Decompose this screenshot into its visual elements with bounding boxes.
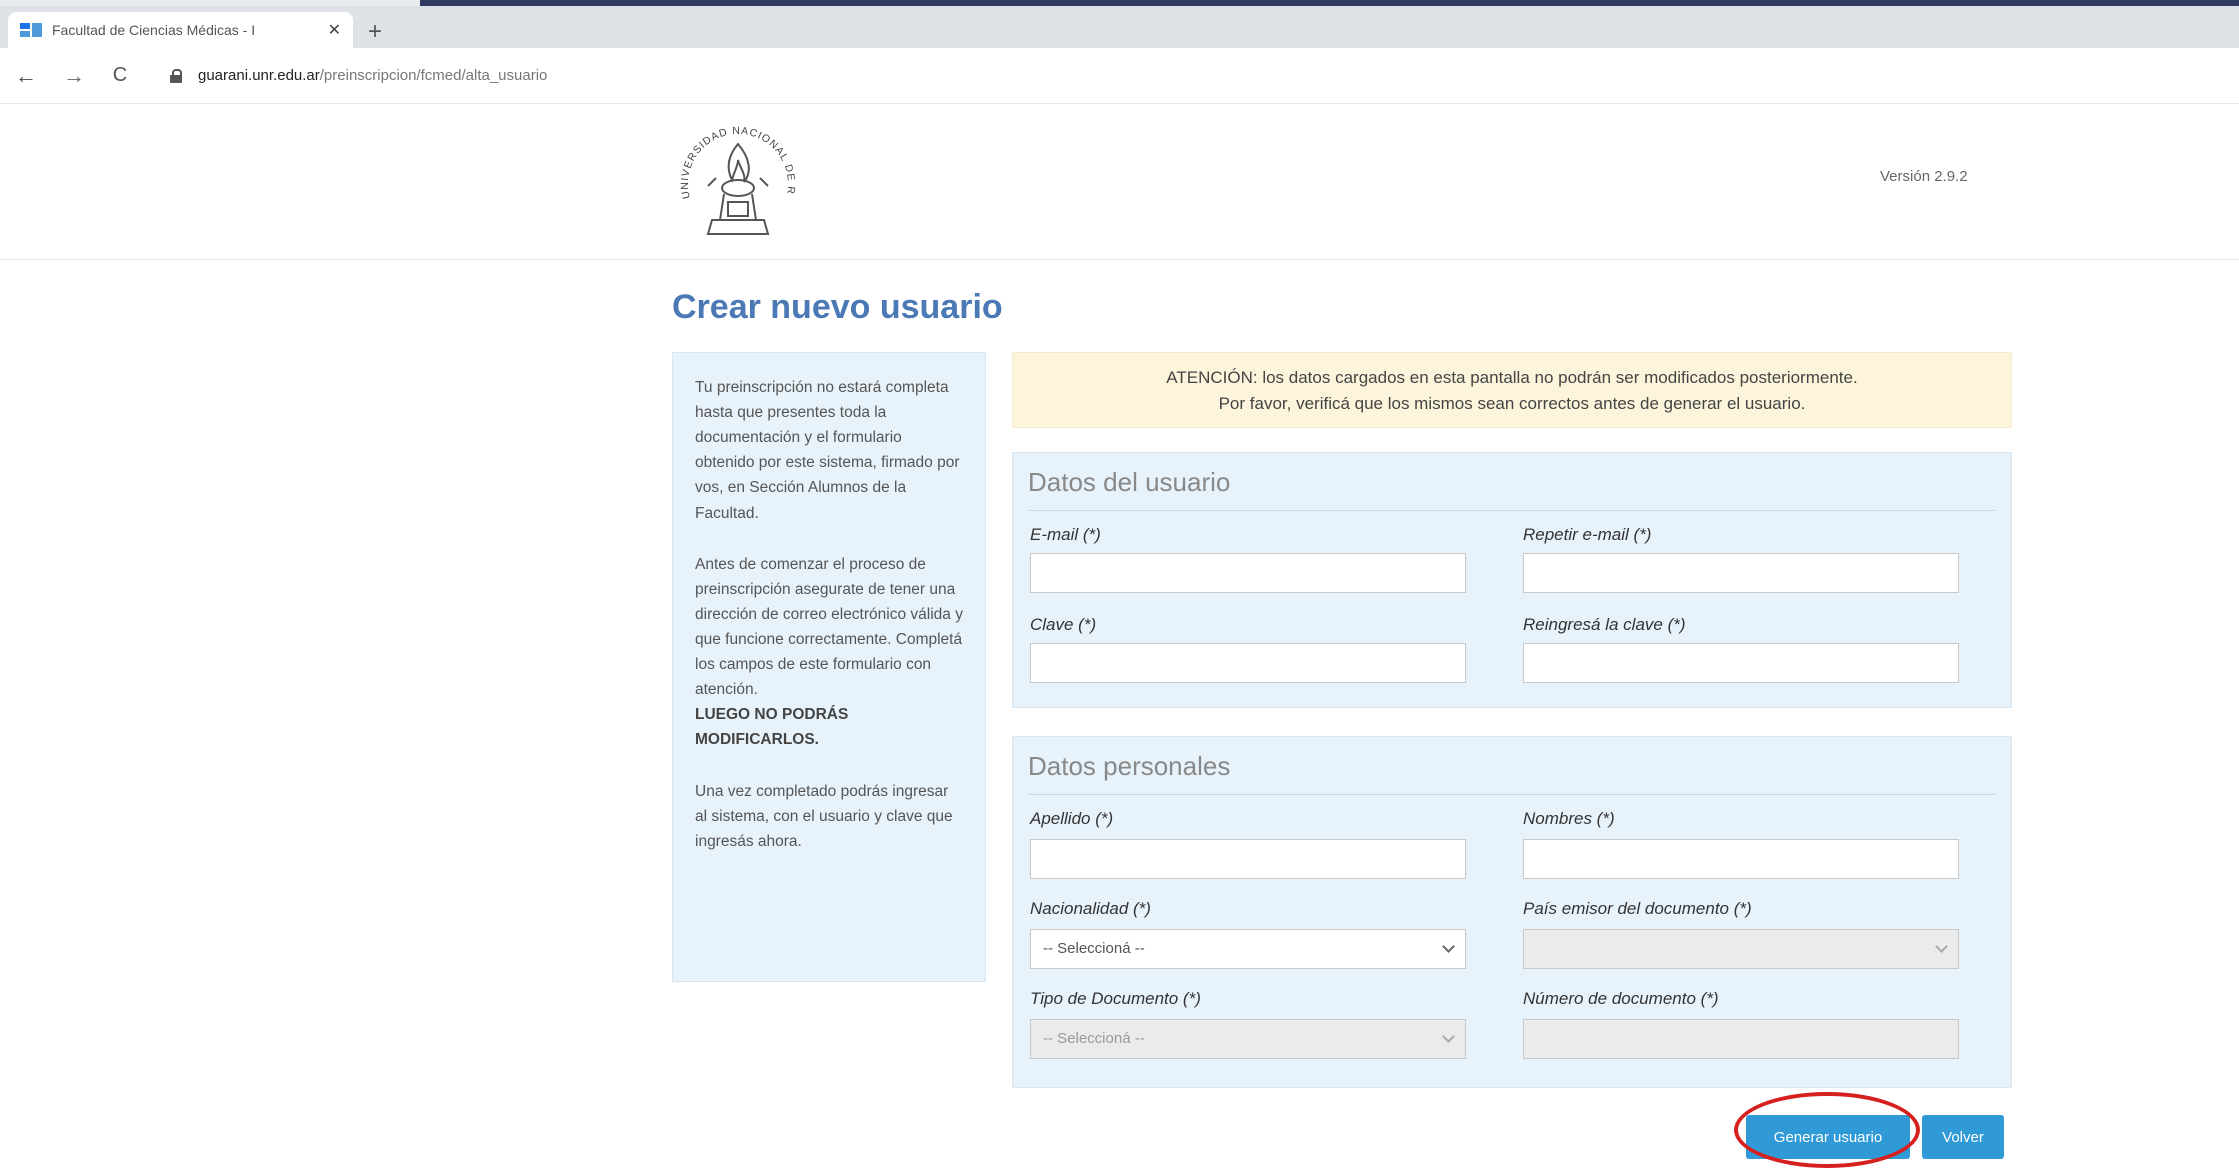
page-header: UNIVERSIDAD NACIONAL DE ROSARIO Versión … — [0, 104, 2239, 260]
pais-emisor-select[interactable] — [1523, 929, 1959, 969]
email-input[interactable] — [1030, 553, 1466, 593]
email-label: E-mail (*) — [1030, 525, 1101, 544]
address-bar[interactable]: guarani.unr.edu.ar/preinscripcion/fcmed/… — [170, 67, 547, 84]
info-paragraph-2-text: Antes de comenzar el proceso de preinscr… — [695, 555, 963, 699]
info-panel: Tu preinscripción no estará completa has… — [672, 352, 986, 982]
nacionalidad-label: Nacionalidad (*) — [1030, 899, 1151, 918]
info-paragraph-2: Antes de comenzar el proceso de preinscr… — [695, 552, 963, 753]
tipo-documento-selected-value: -- Seleccioná -- — [1043, 1030, 1145, 1047]
repeat-password-input[interactable] — [1523, 643, 1959, 683]
browser-toolbar: ← → C guarani.unr.edu.ar/preinscripcion/… — [0, 48, 2239, 104]
repeat-password-label: Reingresá la clave (*) — [1523, 615, 1686, 634]
apellido-label: Apellido (*) — [1030, 809, 1114, 828]
user-data-fieldset: Datos del usuario E-mail (*) Repetir e-m… — [1012, 452, 2012, 708]
numero-documento-label: Número de documento (*) — [1523, 989, 1719, 1008]
generar-usuario-button[interactable]: Generar usuario — [1746, 1115, 1910, 1159]
nombres-label: Nombres (*) — [1523, 809, 1615, 828]
apellido-input[interactable] — [1030, 839, 1466, 879]
chevron-down-icon — [1443, 942, 1453, 952]
info-paragraph-3: Una vez completado podrás ingresar al si… — [695, 782, 953, 850]
nombres-input[interactable] — [1523, 839, 1959, 879]
alert-line-1: ATENCIÓN: los datos cargados en esta pan… — [1166, 368, 1858, 387]
warning-alert: ATENCIÓN: los datos cargados en esta pan… — [1012, 352, 2012, 428]
url-host: guarani.unr.edu.ar — [198, 67, 320, 84]
user-data-legend: Datos del usuario — [1028, 467, 1996, 511]
back-arrow-icon[interactable]: ← — [12, 63, 40, 89]
repeat-email-input[interactable] — [1523, 553, 1959, 593]
tab-bar: Facultad de Ciencias Médicas - I ✕ + — [0, 6, 2239, 48]
chevron-down-icon — [1443, 1032, 1453, 1042]
svg-text:UNIVERSIDAD NACIONAL DE ROSARI: UNIVERSIDAD NACIONAL DE ROSARIO — [668, 116, 797, 200]
university-seal-logo: UNIVERSIDAD NACIONAL DE ROSARIO — [668, 116, 797, 235]
close-tab-icon[interactable]: ✕ — [328, 20, 341, 40]
personal-data-legend: Datos personales — [1028, 751, 1996, 795]
numero-documento-input[interactable] — [1523, 1019, 1959, 1059]
pais-emisor-label: País emisor del documento (*) — [1523, 899, 1752, 918]
personal-data-fieldset: Datos personales Apellido (*) Nombres (*… — [1012, 736, 2012, 1088]
chevron-down-icon — [1936, 942, 1946, 952]
lock-icon — [170, 68, 182, 83]
version-label: Versión 2.9.2 — [1880, 168, 1968, 185]
nacionalidad-selected-value: -- Seleccioná -- — [1043, 940, 1145, 957]
alert-line-2: Por favor, verificá que los mismos sean … — [1218, 394, 1806, 414]
reload-icon[interactable]: C — [106, 64, 134, 87]
tipo-documento-select[interactable]: -- Seleccioná -- — [1030, 1019, 1466, 1059]
tab-title: Facultad de Ciencias Médicas - I — [52, 22, 256, 38]
tipo-documento-label: Tipo de Documento (*) — [1030, 989, 1201, 1008]
new-tab-icon[interactable]: + — [368, 18, 382, 46]
password-label: Clave (*) — [1030, 615, 1097, 634]
info-warning-bold: LUEGO NO PODRÁS MODIFICARLOS. — [695, 706, 849, 749]
password-input[interactable] — [1030, 643, 1466, 683]
volver-button[interactable]: Volver — [1922, 1115, 2004, 1159]
favicon-icon — [20, 21, 42, 39]
nacionalidad-select[interactable]: -- Seleccioná -- — [1030, 929, 1466, 969]
url-path: /preinscripcion/fcmed/alta_usuario — [319, 67, 548, 84]
page-title: Crear nuevo usuario — [672, 288, 1003, 326]
forward-arrow-icon[interactable]: → — [60, 63, 88, 89]
browser-tab[interactable]: Facultad de Ciencias Médicas - I ✕ — [8, 12, 353, 48]
info-paragraph-1: Tu preinscripción no estará completa has… — [695, 379, 960, 522]
repeat-email-label: Repetir e-mail (*) — [1523, 525, 1652, 544]
